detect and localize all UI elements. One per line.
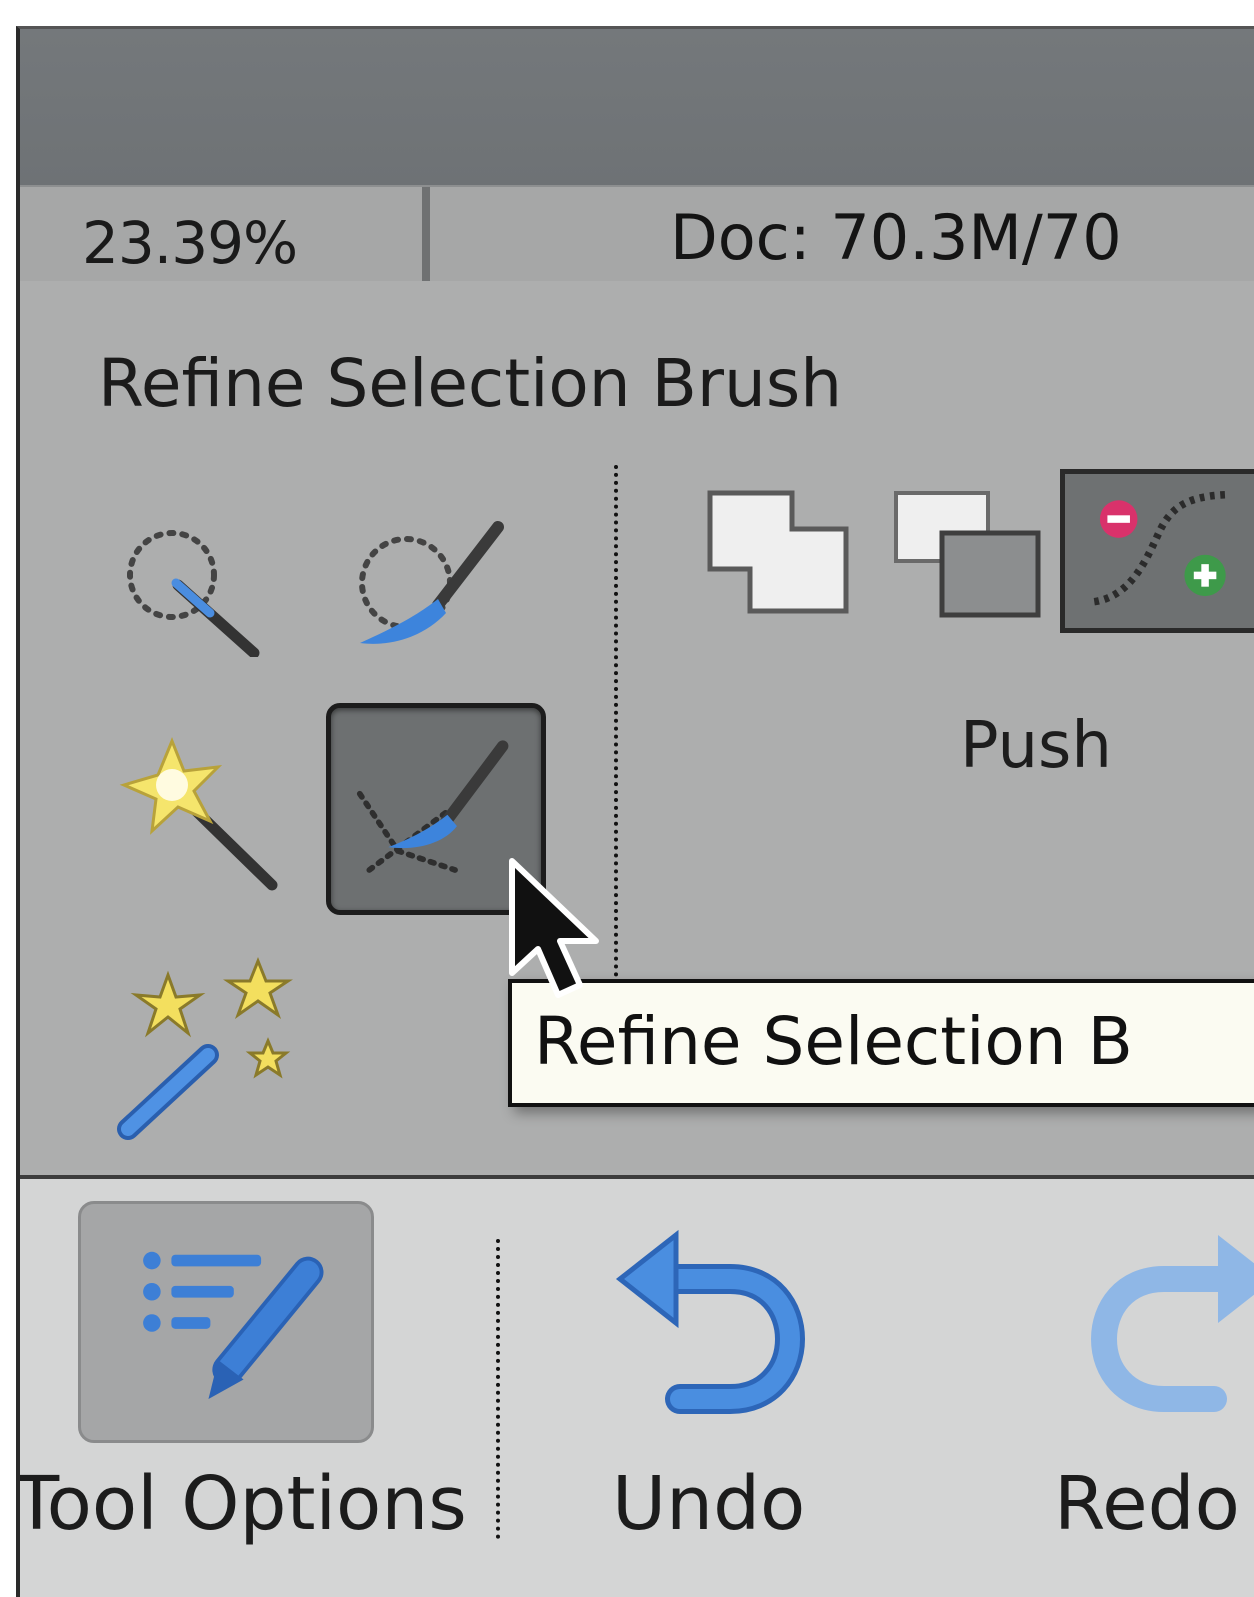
document-size: Doc: 70.3M/70 [670,201,1122,274]
tool-options-button[interactable] [78,1201,374,1443]
undo-button[interactable] [610,1209,830,1429]
mouse-pointer-icon [509,858,599,998]
tool-options-icon [143,1251,324,1400]
undo-icon [615,1229,806,1414]
redo-button[interactable] [1064,1209,1254,1429]
redo-label[interactable]: Redo [1054,1461,1240,1547]
status-bar: 23.39% Doc: 70.3M/70 [20,185,1254,287]
quick-selection-tool[interactable] [120,517,260,659]
auto-selection-icon [117,956,293,1140]
selection-brush-icon [359,521,504,644]
zoom-level: 23.39% [82,209,298,277]
undo-label[interactable]: Undo [612,1461,805,1547]
bottom-toolbar: Tool Options Undo Redo [20,1175,1254,1597]
add-mode-icon [707,490,849,614]
magic-wand-tool[interactable] [112,727,282,897]
subtract-mode-button[interactable] [892,489,1042,619]
selection-brush-tool[interactable] [350,517,510,657]
push-mode-icon [1093,490,1226,606]
divider [614,465,618,985]
tooltip: Refine Selection B [508,979,1254,1107]
zoom-cell: 23.39% [32,187,430,283]
divider [496,1239,500,1539]
push-mode-button[interactable] [1060,469,1254,633]
editor-window: 23.39% Doc: 70.3M/70 Refine Selection Br… [16,26,1254,1597]
mode-label: Push [960,709,1112,783]
redo-icon [1090,1235,1254,1412]
auto-selection-tool[interactable] [108,951,298,1141]
magic-wand-icon [119,737,278,891]
tool-options-label[interactable]: Tool Options [20,1461,467,1547]
subtract-mode-icon [894,491,1041,618]
add-mode-button[interactable] [706,489,852,615]
tooltip-text: Refine Selection B [534,1003,1133,1080]
title-strip [20,29,1254,185]
tool-options-panel: Refine Selection Brush Push Refine Selec… [20,281,1254,1175]
quick-selection-icon [127,530,260,659]
panel-title: Refine Selection Brush [98,345,843,422]
